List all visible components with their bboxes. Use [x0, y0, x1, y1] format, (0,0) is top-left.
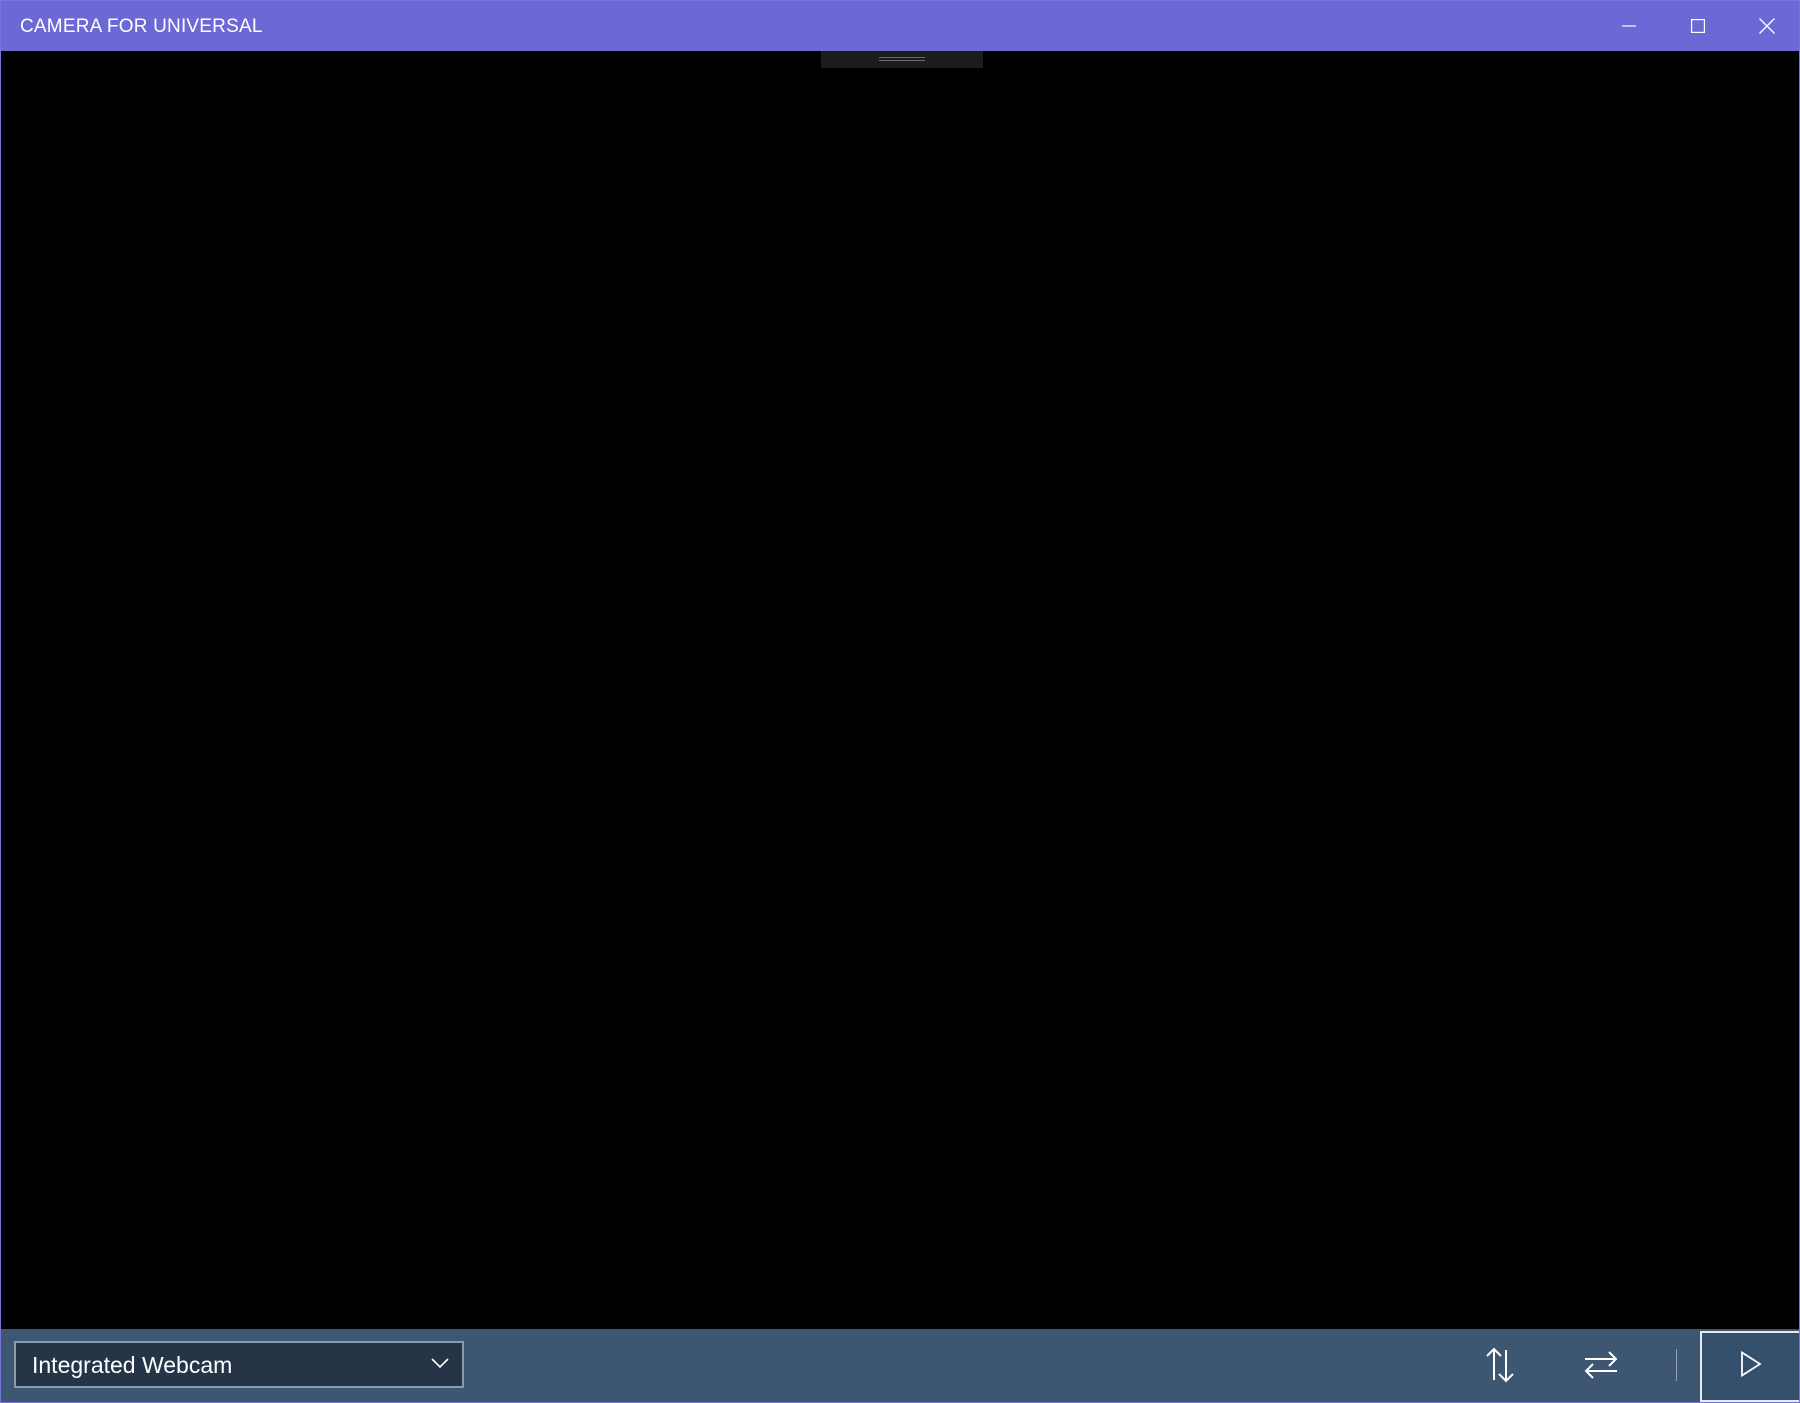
camera-preview — [1, 51, 1799, 1329]
flip-vertical-icon — [1484, 1347, 1516, 1388]
flip-horizontal-button[interactable] — [1571, 1337, 1631, 1397]
title-bar[interactable]: CAMERA FOR UNIVERSAL — [1, 1, 1799, 51]
play-button[interactable] — [1700, 1331, 1799, 1402]
chevron-down-icon — [431, 1356, 449, 1374]
drag-handle[interactable] — [821, 51, 983, 68]
window-title: CAMERA FOR UNIVERSAL — [20, 16, 263, 37]
camera-select-value: Integrated Webcam — [32, 1352, 233, 1378]
maximize-button[interactable] — [1663, 1, 1732, 51]
toolbar-divider — [1676, 1349, 1677, 1381]
camera-app-window: CAMERA FOR UNIVERSAL Integrated Webcam — [0, 0, 1800, 1403]
close-button[interactable] — [1732, 1, 1799, 51]
bottom-toolbar: Integrated Webcam — [1, 1329, 1799, 1402]
minimize-button[interactable] — [1594, 1, 1663, 51]
maximize-icon — [1690, 19, 1705, 33]
flip-horizontal-icon — [1583, 1350, 1619, 1385]
camera-select[interactable]: Integrated Webcam — [14, 1341, 464, 1388]
minimize-icon — [1621, 19, 1636, 33]
play-icon — [1740, 1350, 1762, 1382]
close-icon — [1758, 18, 1775, 34]
flip-vertical-button[interactable] — [1470, 1337, 1530, 1397]
